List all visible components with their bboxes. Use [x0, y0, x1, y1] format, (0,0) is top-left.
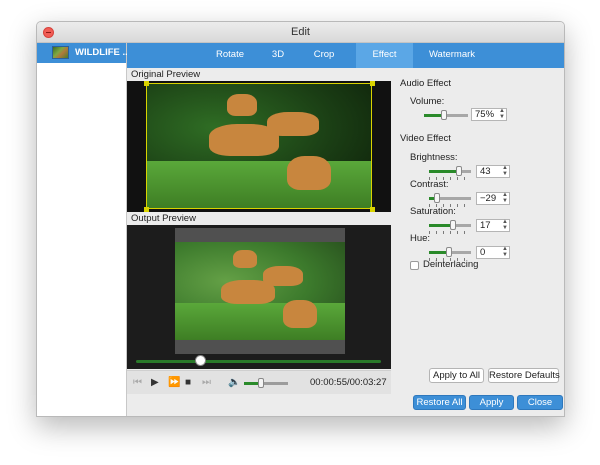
- edit-window: Edit WILDLIFE ... Rotate 3D Crop Effect …: [36, 21, 565, 417]
- tab-3d[interactable]: 3D: [261, 43, 295, 68]
- close-button[interactable]: Close: [517, 395, 563, 410]
- deinterlacing-label: Deinterlacing: [423, 259, 479, 270]
- tab-effect[interactable]: Effect: [356, 43, 413, 68]
- crop-handle[interactable]: [144, 81, 149, 86]
- tab-bar: Rotate 3D Crop Effect Watermark: [127, 43, 564, 68]
- hue-label: Hue:: [410, 233, 431, 244]
- brightness-value-field[interactable]: 43 ▲ ▼: [476, 165, 510, 178]
- apply-to-all-button[interactable]: Apply to All: [429, 368, 484, 383]
- seek-handle[interactable]: [195, 355, 206, 366]
- apply-button[interactable]: Apply: [469, 395, 514, 410]
- player-controls: ⏮ ▶ ⏩ ■ ⏭ 🔈 00:00:55/00:03:27: [127, 370, 391, 394]
- original-preview-image: [146, 83, 372, 209]
- play-icon[interactable]: ▶: [151, 377, 159, 389]
- brightness-label: Brightness:: [410, 152, 458, 163]
- stepper-arrows-icon[interactable]: ▲ ▼: [502, 192, 508, 204]
- saturation-label: Saturation:: [410, 206, 456, 217]
- video-effect-heading: Video Effect: [400, 133, 451, 144]
- output-preview-image: [175, 242, 345, 340]
- volume-slider[interactable]: [424, 110, 468, 120]
- stop-icon[interactable]: ■: [185, 377, 191, 389]
- output-preview-label: Output Preview: [131, 213, 196, 224]
- brightness-slider-handle[interactable]: [456, 166, 462, 176]
- stepper-arrows-icon[interactable]: ▲ ▼: [502, 219, 508, 231]
- contrast-value-field[interactable]: −29 ▲ ▼: [476, 192, 510, 205]
- player-volume-handle[interactable]: [258, 378, 264, 388]
- deinterlacing-checkbox[interactable]: [410, 261, 419, 270]
- player-volume-slider[interactable]: [244, 378, 288, 388]
- window-title: Edit: [291, 26, 310, 38]
- skip-forward-icon[interactable]: ⏭: [202, 377, 211, 389]
- audio-effect-heading: Audio Effect: [400, 78, 452, 89]
- restore-all-button[interactable]: Restore All: [413, 395, 466, 410]
- brightness-slider[interactable]: [429, 166, 471, 180]
- crop-handle[interactable]: [144, 207, 149, 212]
- tab-watermark[interactable]: Watermark: [419, 43, 485, 68]
- sidebar-item-label: WILDLIFE ...: [75, 47, 131, 58]
- video-thumbnail: [52, 46, 69, 59]
- speaker-icon[interactable]: 🔈: [228, 377, 240, 389]
- stepper-arrows-icon[interactable]: ▲ ▼: [502, 246, 508, 258]
- hue-slider-handle[interactable]: [446, 247, 452, 257]
- fast-forward-icon[interactable]: ⏩: [168, 377, 180, 389]
- volume-label: Volume:: [410, 96, 445, 107]
- hue-slider[interactable]: [429, 247, 471, 261]
- contrast-label: Contrast:: [410, 179, 449, 190]
- timecode: 00:00:55/00:03:27: [310, 377, 387, 388]
- crop-handle[interactable]: [370, 207, 375, 212]
- stepper-arrows-icon[interactable]: ▲ ▼: [502, 165, 508, 177]
- crop-handle[interactable]: [370, 81, 375, 86]
- tab-crop[interactable]: Crop: [305, 43, 343, 68]
- title-bar: Edit: [37, 22, 564, 43]
- volume-slider-handle[interactable]: [441, 110, 447, 120]
- volume-value-field[interactable]: 75% ▲ ▼: [471, 108, 507, 121]
- contrast-slider-handle[interactable]: [434, 193, 440, 203]
- hue-value-field[interactable]: 0 ▲ ▼: [476, 246, 510, 259]
- file-list-sidebar: WILDLIFE ...: [37, 43, 130, 416]
- original-preview: [127, 81, 391, 212]
- output-preview: [127, 225, 391, 369]
- saturation-value-field[interactable]: 17 ▲ ▼: [476, 219, 510, 232]
- saturation-slider-handle[interactable]: [450, 220, 456, 230]
- contrast-slider[interactable]: [429, 193, 471, 207]
- saturation-slider[interactable]: [429, 220, 471, 234]
- restore-defaults-button[interactable]: Restore Defaults: [488, 368, 560, 383]
- stepper-arrows-icon[interactable]: ▲ ▼: [499, 108, 505, 120]
- seek-bar[interactable]: [136, 355, 381, 366]
- tab-rotate[interactable]: Rotate: [207, 43, 253, 68]
- sidebar-item-wildlife[interactable]: WILDLIFE ...: [37, 43, 130, 63]
- original-preview-label: Original Preview: [131, 69, 201, 80]
- skip-back-icon[interactable]: ⏮: [133, 377, 142, 389]
